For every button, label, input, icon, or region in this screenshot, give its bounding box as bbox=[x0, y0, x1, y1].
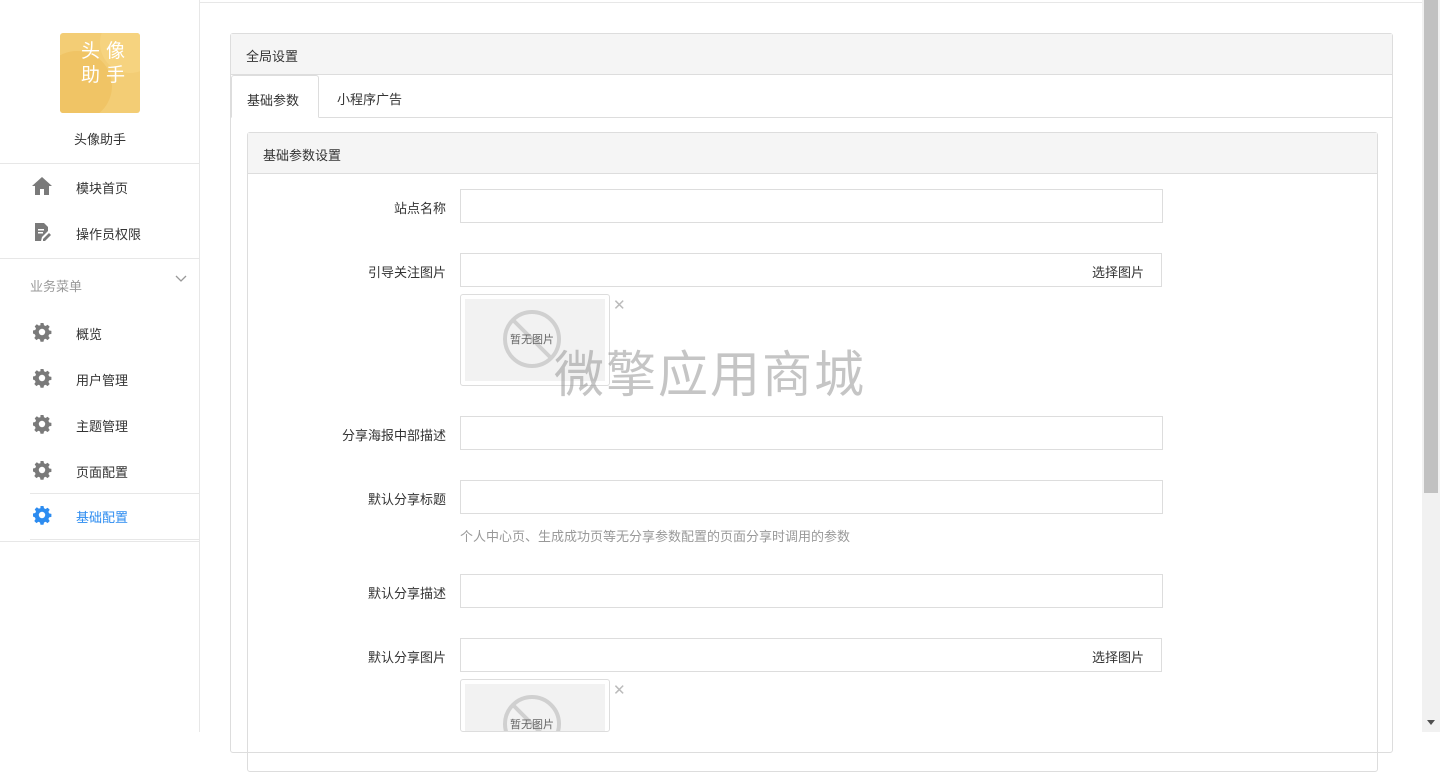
scrollbar-thumb[interactable] bbox=[1424, 0, 1438, 493]
remove-image-icon[interactable]: ✕ bbox=[613, 681, 626, 699]
sidebar-item-operator-permission[interactable]: 操作员权限 bbox=[0, 212, 200, 252]
follow-image-preview: 暂无图片 bbox=[460, 294, 610, 386]
sidebar-item-label: 概览 bbox=[76, 328, 103, 343]
divider bbox=[30, 493, 200, 494]
sidebar-item-label: 页面配置 bbox=[76, 466, 129, 481]
section-title: 基础参数设置 bbox=[248, 133, 1377, 174]
site-name-label: 站点名称 bbox=[393, 202, 446, 217]
tab-bar: 基础参数 小程序广告 bbox=[231, 75, 1392, 118]
gear-icon bbox=[31, 413, 53, 435]
sidebar-item-label: 操作员权限 bbox=[76, 228, 142, 243]
sidebar-item-label: 模块首页 bbox=[76, 182, 129, 197]
share-desc-label: 默认分享描述 bbox=[367, 587, 446, 602]
divider bbox=[30, 539, 200, 540]
gear-icon bbox=[31, 504, 53, 526]
follow-image-input[interactable] bbox=[460, 253, 1081, 287]
share-image-preview: 暂无图片 bbox=[460, 679, 610, 732]
share-image-input[interactable] bbox=[460, 638, 1081, 672]
divider bbox=[0, 541, 200, 542]
sidebar-item-basic-config[interactable]: 基础配置 bbox=[0, 495, 200, 535]
logo-text: 头像助手 bbox=[81, 40, 132, 86]
panel-title: 全局设置 bbox=[231, 34, 1392, 75]
select-follow-image-button[interactable]: 选择图片 bbox=[1080, 253, 1162, 287]
app-logo: 头像助手 bbox=[60, 33, 140, 113]
poster-desc-input[interactable] bbox=[460, 416, 1163, 450]
sidebar-item-overview[interactable]: 概览 bbox=[0, 312, 200, 352]
divider bbox=[0, 163, 200, 164]
sidebar-item-label: 用户管理 bbox=[76, 374, 129, 389]
app-name: 头像助手 bbox=[73, 133, 126, 148]
menu-group-title[interactable]: 业务菜单 bbox=[30, 276, 82, 295]
no-image-text: 暂无图片 bbox=[510, 718, 554, 731]
select-share-image-button[interactable]: 选择图片 bbox=[1080, 638, 1162, 672]
share-desc-input[interactable] bbox=[460, 574, 1163, 608]
gear-icon bbox=[31, 321, 53, 343]
divider bbox=[0, 258, 200, 259]
sidebar-item-theme-management[interactable]: 主题管理 bbox=[0, 404, 200, 444]
share-title-label: 默认分享标题 bbox=[367, 493, 446, 508]
scroll-down-arrow-icon[interactable] bbox=[1427, 720, 1435, 725]
sidebar-item-label: 主题管理 bbox=[76, 420, 129, 435]
sidebar-item-user-management[interactable]: 用户管理 bbox=[0, 358, 200, 398]
gear-icon bbox=[31, 459, 53, 481]
tab-miniprogram-ads[interactable]: 小程序广告 bbox=[322, 75, 417, 118]
sidebar-item-label: 基础配置 bbox=[76, 511, 129, 526]
site-name-input[interactable] bbox=[460, 189, 1163, 223]
share-title-input[interactable] bbox=[460, 480, 1163, 514]
sidebar: 头像助手 头像助手 模块首页 操作员权限 业务菜单 概览 用户管理 主题管理 页… bbox=[0, 0, 200, 732]
no-image-text: 暂无图片 bbox=[510, 333, 554, 346]
sidebar-item-page-config[interactable]: 页面配置 bbox=[0, 450, 200, 490]
home-icon bbox=[31, 175, 53, 197]
top-divider bbox=[200, 2, 1422, 3]
share-title-help: 个人中心页、生成成功页等无分享参数配置的页面分享时调用的参数 bbox=[460, 530, 851, 545]
tab-basic-params[interactable]: 基础参数 bbox=[231, 75, 319, 118]
share-image-label: 默认分享图片 bbox=[367, 651, 446, 666]
edit-document-icon bbox=[31, 221, 53, 243]
chevron-down-icon[interactable] bbox=[174, 272, 188, 286]
poster-desc-label: 分享海报中部描述 bbox=[341, 429, 446, 444]
gear-icon bbox=[31, 367, 53, 389]
page-scrollbar[interactable] bbox=[1422, 0, 1440, 732]
basic-params-section: 基础参数设置 bbox=[247, 132, 1378, 772]
sidebar-item-module-home[interactable]: 模块首页 bbox=[0, 166, 200, 206]
remove-image-icon[interactable]: ✕ bbox=[613, 296, 626, 314]
follow-image-label: 引导关注图片 bbox=[367, 266, 446, 281]
